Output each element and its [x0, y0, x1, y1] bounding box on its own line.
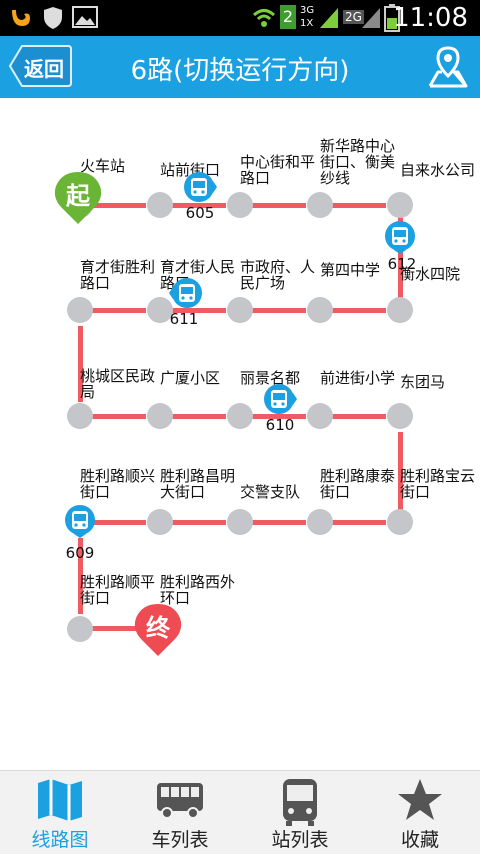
- station-dot[interactable]: [227, 192, 253, 218]
- station-label: 胜利路宝云 街口: [400, 467, 476, 501]
- station-label: 胜利路顺兴 街口: [80, 467, 156, 501]
- tab-bus-list[interactable]: 车列表: [120, 771, 240, 854]
- page-title[interactable]: 6路(切换运行方向): [0, 50, 480, 87]
- uc-browser-icon: [12, 10, 30, 26]
- station-dot[interactable]: [147, 192, 173, 218]
- star-icon: [398, 779, 442, 820]
- bus-number: 610: [265, 416, 295, 434]
- station-dot[interactable]: [227, 297, 253, 323]
- bus-icon[interactable]: [63, 504, 97, 538]
- station-dot[interactable]: [387, 403, 413, 429]
- map-location-button[interactable]: [426, 44, 470, 90]
- tab-route-map[interactable]: 线路图: [0, 771, 120, 854]
- bus-side-icon: [157, 783, 203, 819]
- station-label: 东团马: [400, 373, 446, 391]
- route-segment: [92, 414, 146, 419]
- sim-badge: 2: [280, 5, 296, 29]
- clock: 11:08: [393, 3, 468, 33]
- bus-number: 605: [185, 204, 215, 222]
- route-segment: [332, 203, 386, 208]
- station-label: 市政府、人 民广场: [240, 258, 316, 292]
- tab-station-list[interactable]: 站列表: [240, 771, 360, 854]
- station-dot[interactable]: [307, 403, 333, 429]
- station-label: 育才街胜利 路口: [80, 258, 156, 292]
- station-label: 胜利路昌明 大街口: [160, 467, 236, 501]
- bus-number: 609: [65, 544, 95, 562]
- station-dot[interactable]: [227, 509, 253, 535]
- route-segment: [92, 308, 146, 313]
- tab-favorites[interactable]: 收藏: [360, 771, 480, 854]
- station-label: 广厦小区: [160, 369, 221, 387]
- tab-label: 收藏: [400, 829, 439, 851]
- bus-icon[interactable]: [383, 220, 417, 254]
- station-dot[interactable]: [307, 192, 333, 218]
- bus-number: 611: [169, 310, 199, 328]
- header-bar: 返回 6路(切换运行方向): [0, 36, 480, 98]
- route-segment: [172, 520, 226, 525]
- route-segment: [252, 308, 306, 313]
- station-dot[interactable]: [227, 403, 253, 429]
- folded-map-icon: [38, 779, 82, 821]
- station-label: 桃城区民政 局: [80, 367, 156, 401]
- route-map: 火车站 站前街口 中心街和平 路口 新华路中心 街口、衡美 纱线 自来水公司 育…: [0, 98, 480, 770]
- station-dot[interactable]: [67, 403, 93, 429]
- station-label: 交警支队: [240, 483, 301, 501]
- station-dot[interactable]: [147, 509, 173, 535]
- route-segment: [172, 414, 226, 419]
- gallery-icon: [72, 6, 98, 28]
- signal-icon: [320, 8, 338, 28]
- route-segment: [332, 520, 386, 525]
- start-marker-text: 起: [65, 182, 91, 210]
- signal-icon-2: [362, 8, 380, 28]
- station-label: 中心街和平 路口: [240, 153, 316, 187]
- bottom-tab-bar: 线路图 车列表 站列表 收藏: [0, 770, 480, 854]
- tab-label: 车列表: [151, 829, 209, 851]
- end-marker-text: 终: [146, 614, 171, 642]
- net-type-1: 3G 1X: [300, 5, 315, 29]
- bus-icon[interactable]: [183, 170, 217, 204]
- route-segment: [92, 520, 146, 525]
- station-label: 自来水公司: [400, 161, 476, 179]
- route-segment: [332, 414, 386, 419]
- bus-icon[interactable]: [263, 382, 297, 416]
- bus-number: 612: [387, 255, 417, 273]
- station-dot[interactable]: [67, 616, 93, 642]
- map-pin-icon: [428, 46, 468, 88]
- route-segment: [252, 203, 306, 208]
- station-dot[interactable]: [67, 297, 93, 323]
- station-dot[interactable]: [307, 297, 333, 323]
- status-bar: 2 3G 1X 2G 11:08: [0, 0, 480, 36]
- route-segment: [332, 308, 386, 313]
- station-dot[interactable]: [307, 509, 333, 535]
- station-dot[interactable]: [387, 509, 413, 535]
- tab-label: 线路图: [31, 829, 89, 851]
- bus-icon[interactable]: [169, 276, 203, 310]
- bus-front-icon: [283, 779, 317, 826]
- station-label: 前进街小学: [320, 369, 396, 387]
- start-pin-icon: 起: [54, 172, 102, 224]
- route-segment: [252, 520, 306, 525]
- end-pin-icon: 终: [134, 604, 182, 656]
- station-label: 新华路中心 街口、衡美 纱线: [320, 137, 396, 187]
- station-label: 胜利路康泰 街口: [320, 467, 396, 501]
- wifi-icon: [252, 9, 276, 27]
- shield-icon: [44, 7, 62, 29]
- tab-label: 站列表: [271, 829, 329, 851]
- station-dot[interactable]: [147, 403, 173, 429]
- station-dot[interactable]: [387, 297, 413, 323]
- station-dot[interactable]: [387, 192, 413, 218]
